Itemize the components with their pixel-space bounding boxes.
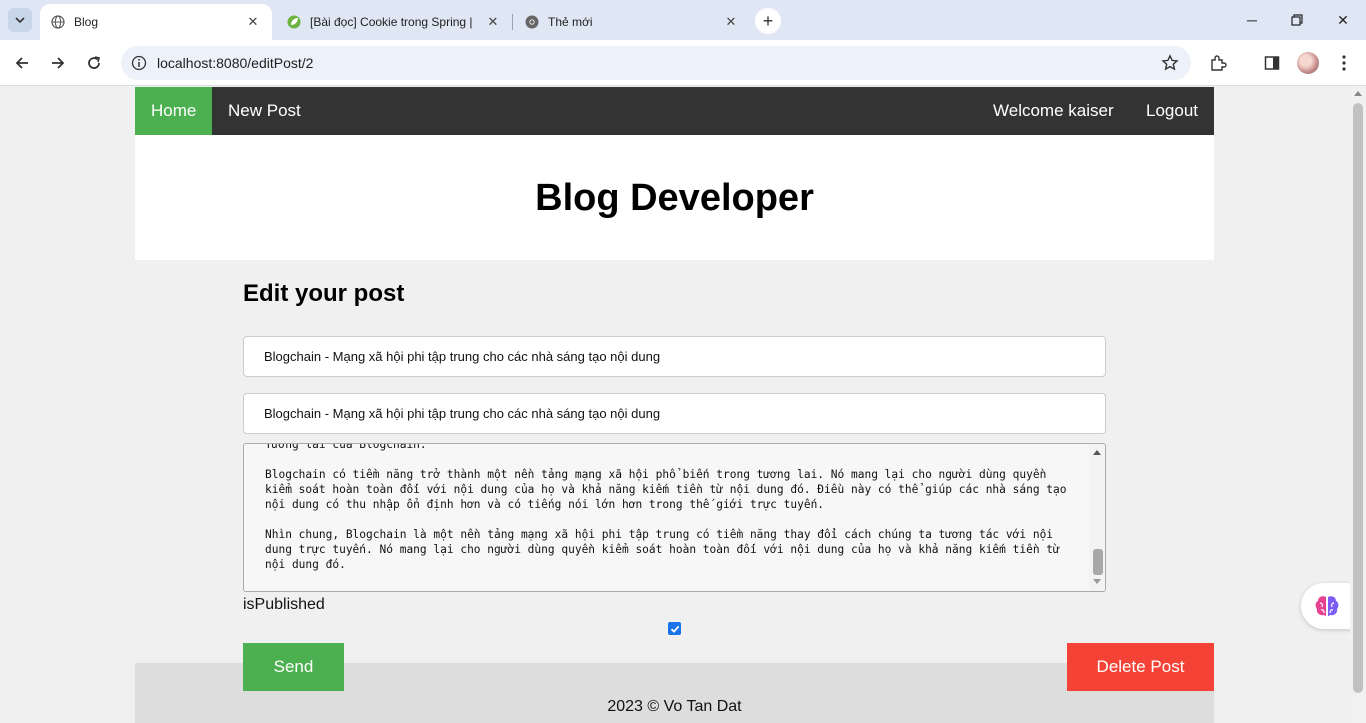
minimize-button[interactable]: ─ [1229, 0, 1275, 40]
floating-assistant-button[interactable] [1301, 583, 1350, 629]
nav-new-post[interactable]: New Post [212, 87, 317, 135]
profile-avatar[interactable] [1297, 52, 1319, 74]
scroll-up-arrow-icon[interactable] [1354, 91, 1362, 96]
is-published-label: isPublished [243, 596, 325, 613]
back-button[interactable] [8, 49, 36, 77]
page-scrollbar[interactable] [1350, 87, 1366, 723]
nav-welcome-user[interactable]: Welcome kaiser [977, 87, 1130, 135]
post-title-input[interactable]: Blogchain - Mạng xã hội phi tập trung ch… [243, 336, 1106, 377]
tab-search-button[interactable] [8, 8, 32, 32]
textarea-scrollbar[interactable] [1089, 444, 1105, 591]
new-tab-button[interactable]: + [755, 8, 781, 34]
browser-menu-button[interactable] [1331, 50, 1357, 76]
footer-copyright: 2023 © Vo Tan Dat [607, 698, 742, 715]
form-heading: Edit your post [243, 280, 405, 307]
arrow-left-icon [15, 57, 28, 69]
scroll-up-arrow-icon[interactable] [1093, 450, 1101, 455]
side-panel-icon [1264, 56, 1280, 70]
tab-title: [Bài đọc] Cookie trong Spring | [310, 15, 473, 29]
minimize-icon: ─ [1247, 12, 1257, 28]
spring-leaf-icon [286, 14, 302, 30]
info-icon[interactable] [129, 53, 149, 73]
delete-post-button[interactable]: Delete Post [1067, 643, 1214, 691]
address-bar[interactable]: localhost:8080/editPost/2 [121, 46, 1191, 80]
browser-toolbar: localhost:8080/editPost/2 [0, 40, 1366, 86]
chrome-icon [524, 14, 540, 30]
extensions-button[interactable] [1205, 50, 1231, 76]
globe-icon [50, 14, 66, 30]
arrow-right-icon [52, 57, 65, 69]
tab-strip: Blog ✕ [Bài đọc] Cookie trong Spring | ✕… [0, 0, 1366, 40]
close-icon[interactable]: ✕ [484, 13, 502, 31]
side-panel-button[interactable] [1259, 50, 1285, 76]
post-description-input[interactable]: Blogchain - Mạng xã hội phi tập trung ch… [243, 393, 1106, 434]
tab-new-tab[interactable]: Thẻ mới ✕ [514, 4, 750, 40]
close-icon[interactable]: ✕ [722, 13, 740, 31]
scroll-down-arrow-icon[interactable] [1093, 579, 1101, 584]
page-viewport: Home New Post Welcome kaiser Logout Blog… [0, 87, 1350, 723]
textarea-scroll-thumb[interactable] [1093, 549, 1103, 575]
url-text[interactable]: localhost:8080/editPost/2 [157, 55, 313, 71]
plus-icon: + [762, 10, 774, 31]
send-button[interactable]: Send [243, 643, 344, 691]
tab-blog[interactable]: Blog ✕ [40, 4, 272, 40]
tab-separator [512, 14, 513, 30]
restore-button[interactable] [1274, 0, 1320, 40]
nav-home[interactable]: Home [135, 87, 213, 135]
restore-icon [1291, 14, 1303, 26]
is-published-checkbox[interactable] [668, 622, 681, 635]
more-vertical-icon [1342, 55, 1346, 71]
site-title: Blog Developer [535, 177, 814, 219]
close-icon: ✕ [1337, 11, 1349, 28]
page-scroll-thumb[interactable] [1353, 103, 1363, 693]
site-navbar: Home New Post Welcome kaiser Logout [135, 87, 1214, 135]
checkmark-icon [670, 625, 679, 633]
window-close-button[interactable]: ✕ [1320, 0, 1366, 40]
chevron-down-icon [15, 17, 25, 24]
site-header: Blog Developer [135, 135, 1214, 260]
tab-title: Thẻ mới [548, 15, 593, 29]
puzzle-icon [1211, 55, 1227, 71]
brain-icon [1315, 596, 1339, 616]
reload-button[interactable] [80, 49, 108, 77]
tab-title: Blog [74, 15, 99, 29]
close-icon[interactable]: ✕ [244, 13, 262, 31]
nav-logout[interactable]: Logout [1130, 87, 1214, 135]
bookmark-star-icon[interactable] [1159, 52, 1181, 74]
post-content-text[interactable]: Tương lai của Blogchain: Blogchain có ti… [265, 444, 1075, 572]
tab-cookie-spring[interactable]: [Bài đọc] Cookie trong Spring | ✕ [276, 4, 512, 40]
post-content-textarea[interactable]: Tương lai của Blogchain: Blogchain có ti… [243, 443, 1106, 592]
reload-icon [88, 56, 100, 69]
forward-button[interactable] [44, 49, 72, 77]
